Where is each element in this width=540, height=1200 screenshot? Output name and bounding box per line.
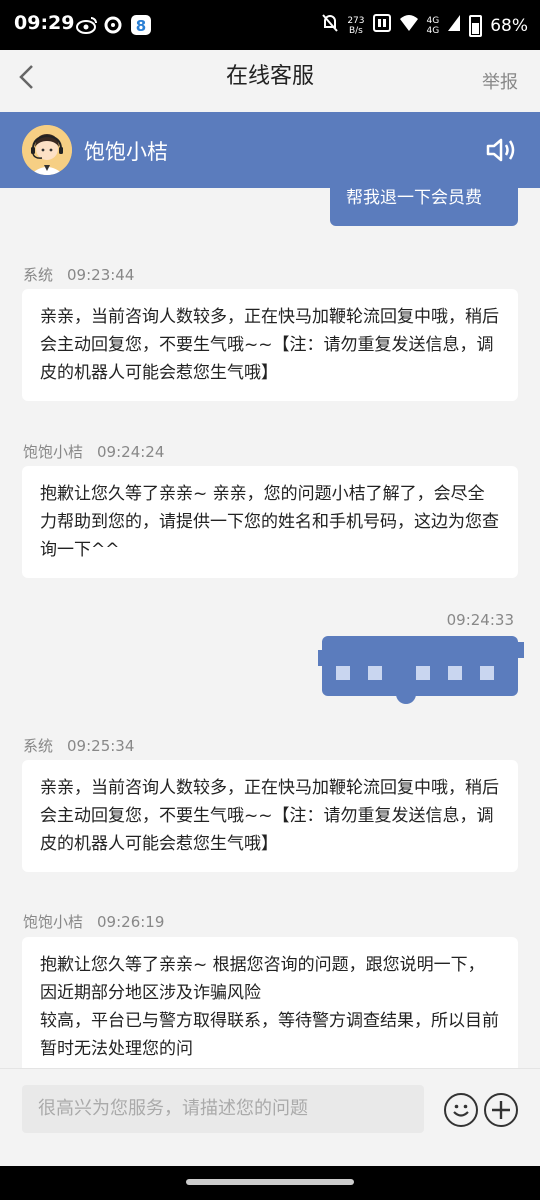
network-1: 4G (426, 15, 440, 26)
bubble-notch (516, 642, 524, 658)
agent-bar: 饱饱小桔 (0, 112, 540, 188)
user-message-bubble-clipped: 帮我退一下会员费 (330, 188, 518, 226)
record-icon (104, 14, 122, 36)
message-text: 抱歉让您久等了亲亲~ 亲亲，您的问题小桔了解了，会尽全力帮助到您的，请提供一下您… (40, 484, 499, 560)
message-time: 09:25:34 (67, 737, 135, 755)
page-title: 在线客服 (225, 64, 314, 89)
redacted-block (480, 666, 494, 680)
plus-icon (492, 1101, 510, 1119)
input-bar: 很高兴为您服务，请描述您的问题 (0, 1068, 540, 1167)
signal-label: 4G 4G (427, 16, 440, 36)
message-meta: 饱饱小桔 09:26:19 (23, 911, 164, 932)
app-icon: 8 (130, 14, 152, 36)
net-speed-value: 273 (347, 15, 365, 26)
bubble-notch (318, 650, 326, 666)
home-indicator-bar (0, 1166, 540, 1200)
redacted-block (368, 666, 382, 680)
message-sender: 饱饱小桔 (23, 443, 84, 461)
speaker-icon (486, 138, 515, 162)
message-sender: 系统 (23, 737, 54, 755)
chat-area[interactable]: 帮我退一下会员费 系统 09:23:44 亲亲，当前咨询人数较多，正在快马加鞭轮流… (0, 188, 540, 1068)
report-button[interactable]: 举报 (482, 68, 518, 94)
message-text-line: 较高，平台已与警方取得联系，等待警方调查结果，所以目前暂时无法处理您的问 (40, 1011, 499, 1059)
mute-icon (321, 13, 339, 38)
status-time: 09:29 (14, 12, 75, 34)
message-time: 09:26:19 (97, 913, 165, 931)
home-indicator[interactable] (186, 1179, 354, 1185)
speaker-button[interactable] (486, 136, 518, 164)
message-meta: 系统 09:23:44 (23, 264, 134, 285)
message-meta: 饱饱小桔 09:24:24 (23, 441, 164, 462)
status-right: 273 B/s 4G 4G 68% (321, 13, 528, 38)
user-message-text: 帮我退一下会员费 (346, 188, 482, 208)
agent-name: 饱饱小桔 (84, 140, 168, 164)
wifi-icon (399, 14, 419, 37)
add-button[interactable] (484, 1093, 518, 1127)
message-sender: 系统 (23, 266, 54, 284)
system-message-bubble: 亲亲，当前咨询人数较多，正在快马加鞭轮流回复中哦，稍后会主动回复您，不要生气哦~… (22, 760, 518, 872)
message-text: 亲亲，当前咨询人数较多，正在快马加鞭轮流回复中哦，稍后会主动回复您，不要生气哦~… (40, 778, 499, 854)
agent-avatar (22, 125, 72, 175)
user-message-bubble-redacted (318, 636, 524, 704)
message-text-line: 抱歉让您久等了亲亲~ 根据您咨询的问题，跟您说明一下，因近期部分地区涉及诈骗风险 (40, 955, 485, 1003)
battery-level: 68% (490, 15, 528, 36)
message-time: 09:23:44 (67, 266, 135, 284)
message-text: 亲亲，当前咨询人数较多，正在快马加鞭轮流回复中哦，稍后会主动回复您，不要生气哦~… (40, 307, 499, 383)
status-bar: 09:29 8 273 B/s 4G 4G 68% (0, 0, 540, 50)
emoji-icon (453, 1104, 469, 1117)
message-time: 09:24:33 (446, 611, 514, 629)
redacted-block (416, 666, 430, 680)
signal-icon (447, 14, 461, 37)
agent-message-bubble: 抱歉让您久等了亲亲~ 亲亲，您的问题小桔了解了，会尽全力帮助到您的，请提供一下您… (22, 466, 518, 578)
nfc-icon (372, 14, 391, 37)
agent-message-bubble: 抱歉让您久等了亲亲~ 根据您咨询的问题，跟您说明一下，因近期部分地区涉及诈骗风险… (22, 937, 518, 1068)
net-speed: 273 B/s (347, 16, 364, 36)
redacted-block (336, 666, 350, 680)
weibo-icon (76, 14, 98, 36)
bubble-notch (396, 694, 416, 704)
battery-icon (469, 14, 483, 37)
network-2: 4G (426, 25, 440, 36)
system-message-bubble: 亲亲，当前咨询人数较多，正在快马加鞭轮流回复中哦，稍后会主动回复您，不要生气哦~… (22, 289, 518, 401)
emoji-button[interactable] (444, 1093, 478, 1127)
net-speed-unit: B/s (348, 25, 363, 36)
message-meta: 系统 09:25:34 (23, 735, 134, 756)
redacted-block (448, 666, 462, 680)
message-input[interactable]: 很高兴为您服务，请描述您的问题 (22, 1085, 424, 1133)
nav-bar: 在线客服 举报 (0, 50, 540, 112)
message-sender: 饱饱小桔 (23, 913, 84, 931)
message-time: 09:24:24 (97, 443, 165, 461)
svg-text:8: 8 (136, 17, 146, 35)
